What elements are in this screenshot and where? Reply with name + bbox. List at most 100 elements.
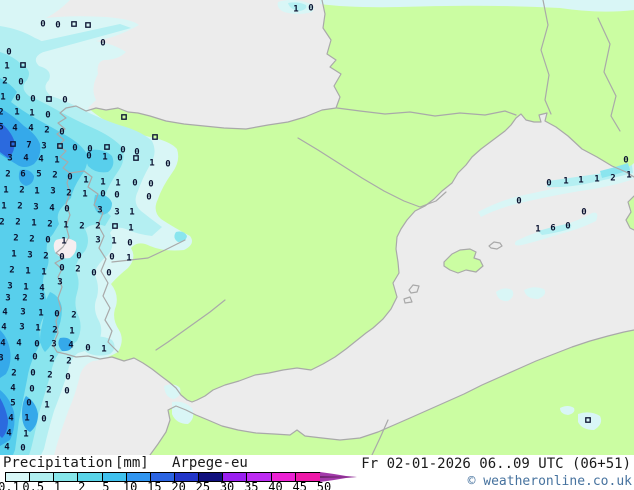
precip-value-label: 4 bbox=[16, 338, 22, 348]
precip-value-label: 0 bbox=[26, 398, 31, 408]
precip-value-label: 3 bbox=[7, 153, 12, 163]
precip-value-label: 0 bbox=[67, 172, 72, 182]
precip-value-label: 3 bbox=[5, 293, 10, 303]
precip-value-label: 3 bbox=[19, 322, 24, 332]
legend-tick-label: 10 bbox=[122, 480, 138, 490]
precip-value-label: 3 bbox=[97, 205, 102, 215]
legend-units: [mm] bbox=[115, 455, 149, 471]
precip-value-label: 6 bbox=[550, 223, 555, 233]
precip-value-label: 4 bbox=[0, 338, 6, 348]
precip-value-label: 0 bbox=[72, 143, 77, 153]
precip-value-label: 2 bbox=[47, 219, 52, 229]
model-name: Arpege-eu bbox=[172, 455, 248, 471]
precip-value-label: 3 bbox=[0, 353, 4, 363]
precip-value-label: 0 bbox=[146, 192, 151, 202]
precip-value-label: 1 bbox=[23, 429, 28, 439]
precip-value-label: 3 bbox=[51, 339, 56, 349]
precip-value-label: 2 bbox=[29, 234, 34, 244]
precip-value-label: 0 bbox=[29, 384, 34, 394]
precip-value-label: 3 bbox=[33, 202, 38, 212]
precip-value-label: 1 bbox=[126, 253, 131, 263]
precip-value-label: 0 bbox=[100, 38, 105, 48]
legend-tick-label: 45 bbox=[292, 480, 307, 490]
precip-value-label: 2 bbox=[15, 217, 20, 227]
precip-value-label: 1 bbox=[626, 170, 631, 180]
precip-value-label: 0 bbox=[54, 309, 59, 319]
precip-value-label: 1 bbox=[149, 158, 154, 168]
precip-value-label: 1 bbox=[82, 189, 87, 199]
precip-value-label: 1 bbox=[63, 220, 68, 230]
weather-map-frame: 0000120100021105442073000034410101026520… bbox=[0, 0, 634, 490]
precip-value-label: 4 bbox=[10, 383, 16, 393]
precip-value-label: 2 bbox=[0, 217, 5, 227]
precip-value-label: 2 bbox=[19, 185, 24, 195]
precip-value-label: 0 bbox=[106, 268, 111, 278]
precip-value-label: 1 bbox=[578, 175, 583, 185]
precip-value-label: 5 bbox=[10, 398, 15, 408]
precip-value-label: 1 bbox=[35, 323, 40, 333]
precip-value-label: 0 bbox=[165, 159, 170, 169]
legend-tick-label: 2 bbox=[78, 480, 86, 490]
precip-value-label: 0 bbox=[516, 196, 521, 206]
precip-value-label: 1 bbox=[38, 308, 43, 318]
precip-value-label: 0 bbox=[308, 3, 313, 13]
precip-value-label: 0 bbox=[41, 414, 46, 424]
precip-value-label: 4 bbox=[68, 340, 74, 350]
precip-value-label: 1 bbox=[83, 175, 88, 185]
precip-value-label: 0 bbox=[100, 189, 105, 199]
precip-value-label: 0 bbox=[45, 110, 50, 120]
precip-value-label: 1 bbox=[128, 223, 133, 233]
precip-value-label: 1 bbox=[594, 174, 599, 184]
precip-value-label: 0 bbox=[623, 155, 628, 165]
precip-value-label: 0 bbox=[30, 94, 35, 104]
precip-value-label: 0 bbox=[59, 127, 64, 137]
legend-tick-label: 1 bbox=[53, 480, 62, 490]
precip-value-label: 1 bbox=[14, 107, 19, 117]
precip-value-label: 0 bbox=[45, 235, 50, 245]
precip-value-label: 0 bbox=[15, 93, 20, 103]
precip-value-label: 2 bbox=[47, 370, 52, 380]
copyright: © weatheronline.co.uk bbox=[467, 474, 632, 489]
precip-value-label: 1 bbox=[293, 4, 298, 14]
precip-value-label: 4 bbox=[1, 322, 7, 332]
precip-value-label: 0 bbox=[55, 20, 60, 30]
precip-value-label: 0 bbox=[20, 443, 25, 453]
precip-value-label: 0 bbox=[62, 95, 67, 105]
precip-value-label: 2 bbox=[79, 221, 84, 231]
precip-value-label: 2 bbox=[610, 173, 615, 183]
precip-value-label: 1 bbox=[25, 266, 30, 276]
precip-value-label: 0 bbox=[565, 221, 570, 231]
precip-value-label: 4 bbox=[38, 154, 44, 164]
precip-value-label: 2 bbox=[95, 221, 100, 231]
precip-value-label: 1 bbox=[11, 249, 16, 259]
precip-value-label: 2 bbox=[44, 125, 49, 135]
precip-value-label: 1 bbox=[0, 92, 5, 102]
precip-value-label: 0 bbox=[117, 153, 122, 163]
precip-value-label: 0 bbox=[86, 151, 91, 161]
precip-value-label: 1 bbox=[3, 185, 8, 195]
precip-value-label: 4 bbox=[23, 153, 29, 163]
precip-value-label: 0 bbox=[109, 252, 114, 262]
precip-value-label: 3 bbox=[114, 207, 119, 217]
precip-value-label: 2 bbox=[5, 169, 10, 179]
precip-value-label: 1 bbox=[69, 326, 74, 336]
legend-title: Precipitation bbox=[3, 455, 113, 471]
legend-tick-label: 25 bbox=[195, 480, 211, 490]
precip-value-label: 0 bbox=[32, 352, 37, 362]
precip-value-label: 2 bbox=[75, 264, 80, 274]
legend-tick-label: 35 bbox=[244, 480, 259, 490]
precip-value-label: 3 bbox=[50, 186, 55, 196]
precip-value-label: 1 bbox=[54, 155, 59, 165]
precip-value-label: 1 bbox=[129, 207, 134, 217]
precip-value-label: 1 bbox=[563, 176, 568, 186]
precip-value-label: 4 bbox=[49, 203, 55, 213]
precip-value-label: 2 bbox=[66, 188, 71, 198]
legend-tick-label: 50 bbox=[316, 480, 332, 490]
legend-tick-label: 5 bbox=[102, 480, 110, 490]
precip-value-label: 2 bbox=[46, 385, 51, 395]
precip-value-label: 5 bbox=[36, 169, 41, 179]
precip-value-label: 3 bbox=[7, 281, 12, 291]
precip-value-label: 2 bbox=[43, 251, 48, 261]
precip-value-label: 1 bbox=[111, 236, 116, 246]
precip-value-label: 1 bbox=[31, 218, 36, 228]
